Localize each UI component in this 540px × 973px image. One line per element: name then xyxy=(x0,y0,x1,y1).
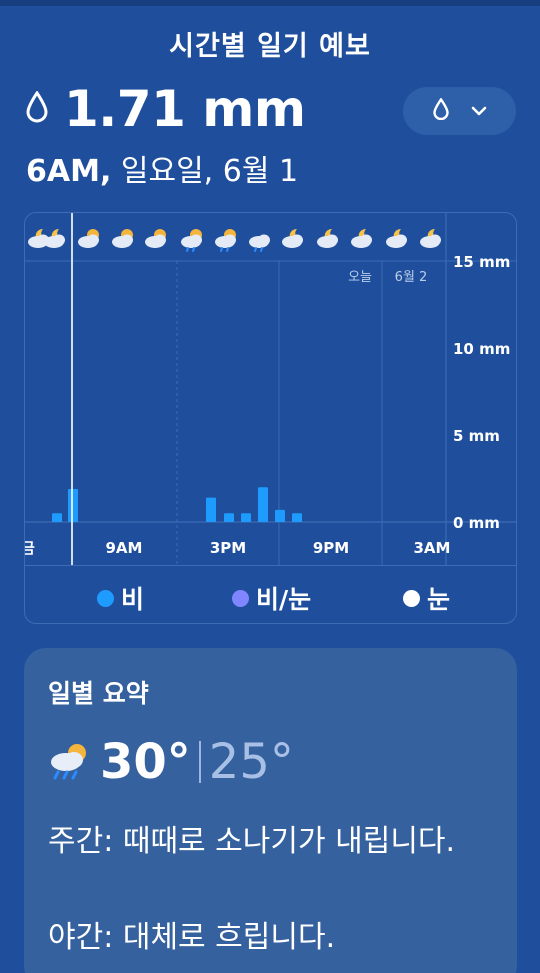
legend-sleet-label: 비/눈 xyxy=(256,585,312,614)
selected-date: 일요일, 6월 1 xyxy=(111,154,299,189)
partly-cloudy-night-icon xyxy=(44,228,65,248)
chevron-down-icon xyxy=(471,102,487,121)
partly-cloudy-night-icon xyxy=(386,228,407,248)
partly-cloudy-icon xyxy=(112,229,133,248)
precip-bar xyxy=(206,497,216,522)
partly-cloudy-icon xyxy=(78,229,99,248)
x-tick-label: 3AM xyxy=(414,539,451,557)
y-tick-label: 15 mm xyxy=(453,253,510,271)
precip-bar xyxy=(275,509,285,522)
y-tick-label: 10 mm xyxy=(453,340,510,358)
x-tick-label: 9PM xyxy=(313,539,349,557)
partly-cloudy-icon xyxy=(145,229,166,248)
legend-snow-label: 눈 xyxy=(427,585,451,614)
precip-value: 1.71 mm xyxy=(64,80,306,138)
current-precip: 1.71 mm xyxy=(26,80,306,138)
page-title: 시간별 일기 예보 xyxy=(169,31,371,62)
daily-summary-card[interactable]: 일별 요약 30° 25° 주간: 때때로 소나기가 내립니다. 야간: 대체로… xyxy=(24,648,517,973)
selected-time: 6AM, 일요일, 6월 1 xyxy=(26,146,298,190)
temp-divider xyxy=(198,741,201,783)
partly-cloudy-night-icon xyxy=(317,228,338,248)
metric-selector[interactable] xyxy=(403,87,516,135)
y-tick-label: 5 mm xyxy=(453,427,500,445)
status-divider xyxy=(0,0,540,6)
nighttime-description: 야간: 대체로 흐립니다. xyxy=(48,920,336,955)
legend-snow: 눈 xyxy=(403,580,450,616)
legend-snow-dot xyxy=(403,589,420,607)
legend-rain-label: 비 xyxy=(121,585,145,614)
daytime-description: 주간: 때때로 소나기가 내립니다. xyxy=(48,824,456,859)
precip-bar xyxy=(292,513,302,522)
legend-rain-dot xyxy=(97,589,114,607)
legend-sleet-dot xyxy=(232,589,249,607)
precip-chart-svg: 15 mm 10 mm 5 mm 0 mm 금 9AM 3PM 9PM 3AM 오늘 6월 2 xyxy=(25,213,516,565)
temp-low: 25° xyxy=(208,734,294,790)
precip-bar xyxy=(241,513,251,522)
summary-title: 일별 요약 xyxy=(48,679,149,708)
precip-chart[interactable]: 15 mm 10 mm 5 mm 0 mm 금 9AM 3PM 9PM 3AM 오늘 6월 2 비 … xyxy=(24,212,517,624)
partly-cloudy-night-icon xyxy=(420,228,441,248)
precip-bar xyxy=(258,487,268,522)
rain-sun-icon xyxy=(215,229,236,252)
partly-cloudy-night-icon xyxy=(351,228,372,248)
partly-cloudy-night-icon xyxy=(282,228,303,248)
water-drop-icon xyxy=(432,97,449,124)
chart-legend: 비 비/눈 눈 xyxy=(25,565,516,623)
day-label: 6월 2 xyxy=(395,270,428,285)
x-tick-label: 3PM xyxy=(210,539,246,557)
rain-icon xyxy=(249,234,270,252)
rain-sun-icon xyxy=(46,740,92,784)
legend-rain: 비 xyxy=(97,580,144,616)
temp-row: 30° 25° xyxy=(46,734,294,790)
y-tick-label: 0 mm xyxy=(453,514,500,532)
precip-bar xyxy=(52,513,62,522)
legend-sleet: 비/눈 xyxy=(232,580,311,616)
precip-bar xyxy=(224,513,234,522)
selected-hour: 6AM, xyxy=(26,154,112,189)
x-tick-label: 9AM xyxy=(106,539,143,557)
temp-high: 30° xyxy=(100,734,191,790)
water-drop-icon xyxy=(26,90,48,127)
day-label: 오늘 xyxy=(348,270,372,285)
rain-sun-icon xyxy=(181,229,202,252)
precip-bar xyxy=(68,488,78,522)
x-tick-label: 금 xyxy=(25,539,35,557)
